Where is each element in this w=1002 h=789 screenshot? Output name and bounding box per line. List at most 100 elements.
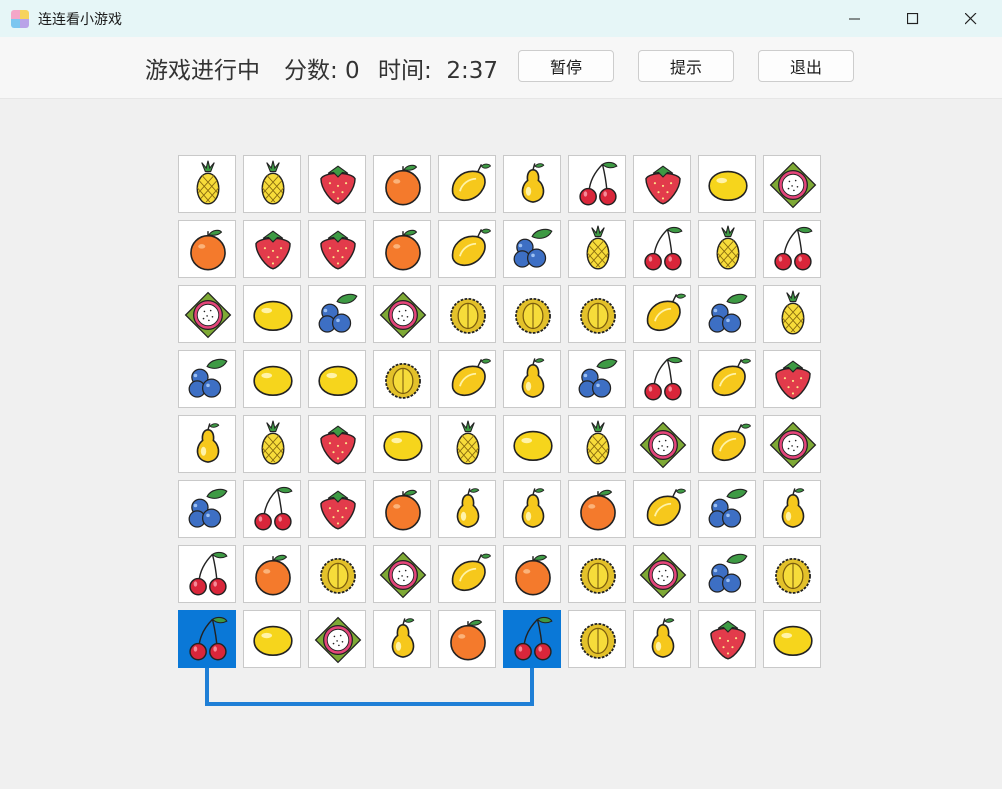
close-button[interactable] [942, 0, 1000, 37]
tile-mango[interactable] [698, 350, 756, 408]
tile-durian[interactable] [438, 285, 496, 343]
tile-pear[interactable] [178, 415, 236, 473]
pineapple-icon [586, 420, 610, 465]
tile-strawberry[interactable] [308, 415, 366, 473]
orange-icon [580, 489, 616, 531]
tile-cherry[interactable] [633, 220, 691, 278]
tile-cherry[interactable] [178, 545, 236, 603]
tile-pineapple[interactable] [568, 415, 626, 473]
tile-orange[interactable] [568, 480, 626, 538]
tile-dragonfruit[interactable] [178, 285, 236, 343]
tile-strawberry[interactable] [308, 220, 366, 278]
maximize-button[interactable] [884, 0, 942, 37]
tile-cherry[interactable] [503, 610, 561, 668]
tile-pear[interactable] [633, 610, 691, 668]
hint-button[interactable]: 提示 [638, 50, 734, 82]
tile-blueberry[interactable] [698, 285, 756, 343]
tile-pear[interactable] [373, 610, 431, 668]
tile-mango[interactable] [633, 285, 691, 343]
durian-icon [580, 622, 616, 659]
title-bar: 连连看小游戏 [0, 0, 1002, 37]
tile-durian[interactable] [568, 285, 626, 343]
tile-blueberry[interactable] [178, 350, 236, 408]
tile-durian[interactable] [373, 350, 431, 408]
cherry-icon [644, 356, 683, 401]
mango-icon [451, 358, 491, 397]
tile-orange[interactable] [178, 220, 236, 278]
mango-icon [451, 553, 491, 592]
tile-mango[interactable] [438, 220, 496, 278]
tile-blueberry[interactable] [178, 480, 236, 538]
tile-blueberry[interactable] [308, 285, 366, 343]
tile-lemon[interactable] [243, 285, 301, 343]
tile-strawberry[interactable] [243, 220, 301, 278]
tile-dragonfruit[interactable] [373, 285, 431, 343]
tile-cherry[interactable] [243, 480, 301, 538]
tile-dragonfruit[interactable] [763, 415, 821, 473]
tile-lemon[interactable] [308, 350, 366, 408]
tile-lemon[interactable] [243, 350, 301, 408]
tile-dragonfruit[interactable] [308, 610, 366, 668]
pineapple-icon [261, 160, 285, 205]
tile-durian[interactable] [568, 545, 626, 603]
tile-strawberry[interactable] [763, 350, 821, 408]
tile-durian[interactable] [503, 285, 561, 343]
tile-blueberry[interactable] [698, 480, 756, 538]
lemon-icon [318, 365, 358, 397]
tile-durian[interactable] [308, 545, 366, 603]
tile-pear[interactable] [503, 350, 561, 408]
timer-display: 时间: 2:37 [378, 58, 499, 84]
tile-durian[interactable] [763, 545, 821, 603]
tile-lemon[interactable] [503, 415, 561, 473]
pause-button[interactable]: 暂停 [518, 50, 614, 82]
tile-pineapple[interactable] [698, 220, 756, 278]
tile-orange[interactable] [503, 545, 561, 603]
tile-cherry[interactable] [633, 350, 691, 408]
tile-strawberry[interactable] [633, 155, 691, 213]
tile-strawberry[interactable] [308, 480, 366, 538]
tile-pineapple[interactable] [763, 285, 821, 343]
tile-orange[interactable] [438, 610, 496, 668]
tile-lemon[interactable] [763, 610, 821, 668]
tile-lemon[interactable] [243, 610, 301, 668]
tile-lemon[interactable] [373, 415, 431, 473]
tile-pineapple[interactable] [438, 415, 496, 473]
tile-mango[interactable] [438, 545, 496, 603]
tile-orange[interactable] [373, 155, 431, 213]
tile-strawberry[interactable] [698, 610, 756, 668]
tile-mango[interactable] [438, 155, 496, 213]
tile-cherry[interactable] [178, 610, 236, 668]
mango-icon [646, 488, 686, 527]
tile-pineapple[interactable] [243, 415, 301, 473]
tile-pear[interactable] [438, 480, 496, 538]
minimize-button[interactable] [826, 0, 884, 37]
tile-dragonfruit[interactable] [633, 415, 691, 473]
tile-mango[interactable] [698, 415, 756, 473]
dragonfruit-icon [769, 161, 817, 209]
tile-orange[interactable] [373, 480, 431, 538]
tile-durian[interactable] [568, 610, 626, 668]
tile-blueberry[interactable] [698, 545, 756, 603]
tile-dragonfruit[interactable] [373, 545, 431, 603]
tile-strawberry[interactable] [308, 155, 366, 213]
game-status: 游戏进行中 [145, 58, 260, 84]
tile-pineapple[interactable] [178, 155, 236, 213]
quit-button[interactable]: 退出 [758, 50, 854, 82]
tile-mango[interactable] [438, 350, 496, 408]
tile-dragonfruit[interactable] [763, 155, 821, 213]
tile-cherry[interactable] [568, 155, 626, 213]
tile-pineapple[interactable] [568, 220, 626, 278]
tile-orange[interactable] [243, 545, 301, 603]
tile-pear[interactable] [503, 155, 561, 213]
tile-pear[interactable] [503, 480, 561, 538]
tile-orange[interactable] [373, 220, 431, 278]
tile-mango[interactable] [633, 480, 691, 538]
strawberry-icon [320, 425, 356, 465]
tile-blueberry[interactable] [568, 350, 626, 408]
tile-pineapple[interactable] [243, 155, 301, 213]
tile-pear[interactable] [763, 480, 821, 538]
tile-cherry[interactable] [763, 220, 821, 278]
tile-lemon[interactable] [698, 155, 756, 213]
tile-dragonfruit[interactable] [633, 545, 691, 603]
tile-blueberry[interactable] [503, 220, 561, 278]
